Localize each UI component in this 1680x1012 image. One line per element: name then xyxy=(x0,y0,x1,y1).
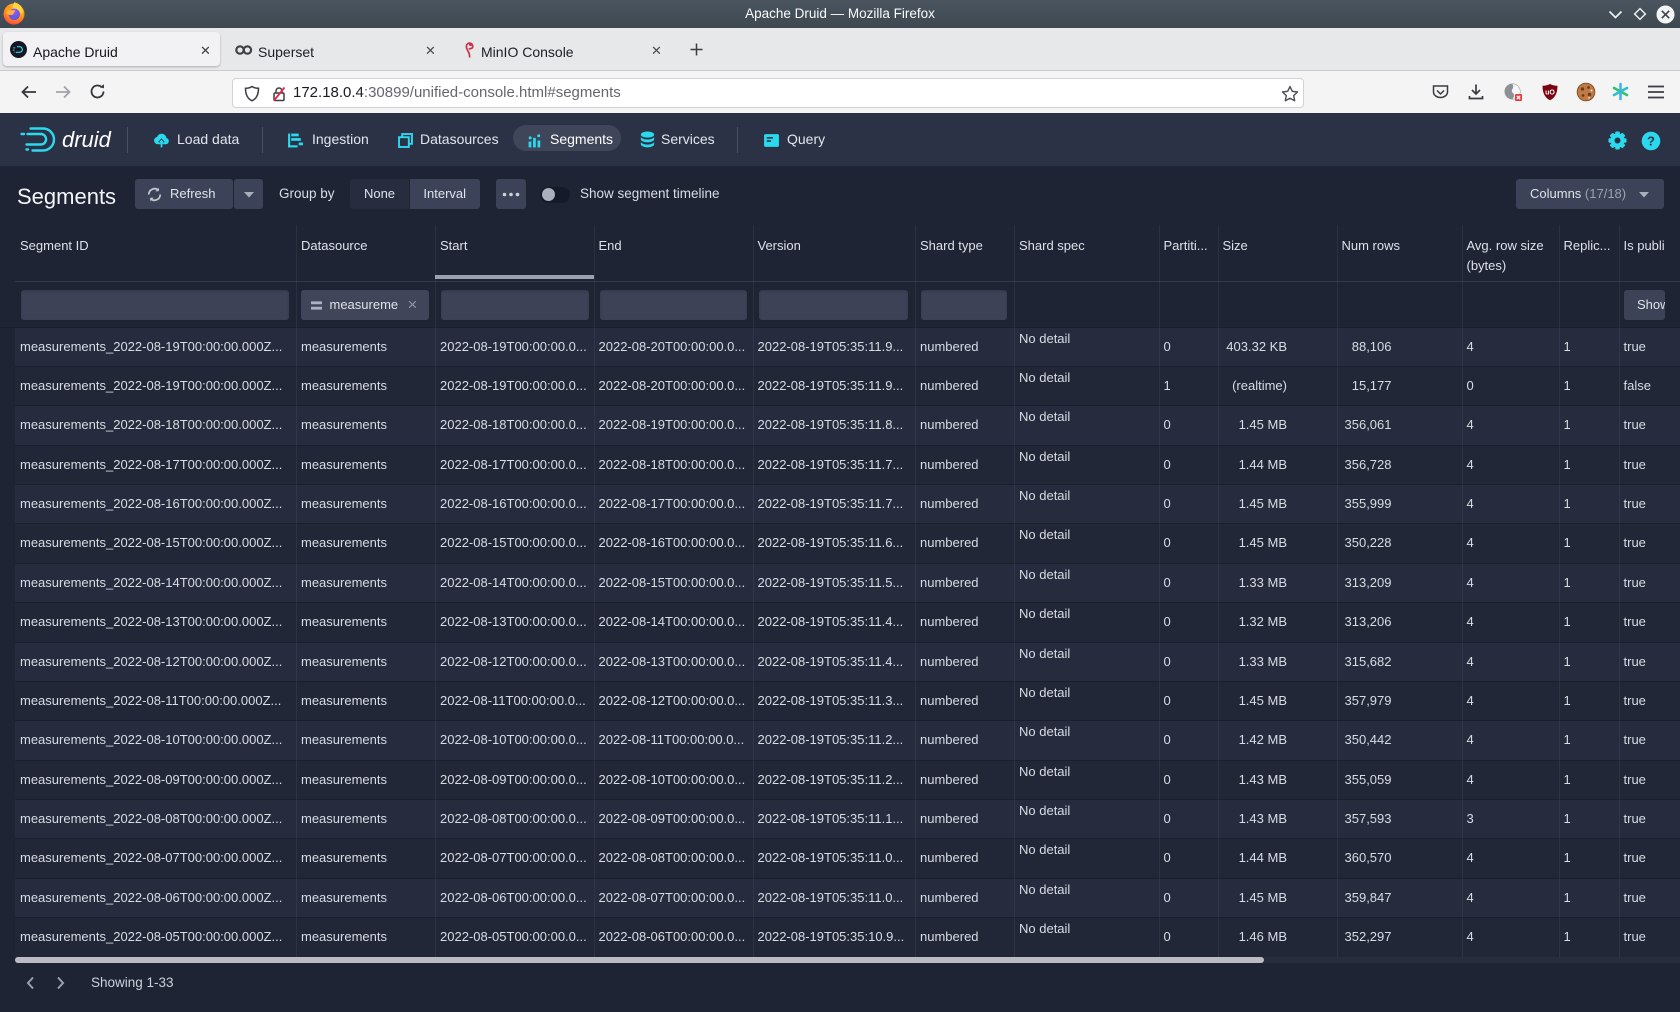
svg-text:?: ? xyxy=(1647,134,1655,149)
svg-text:uO: uO xyxy=(1545,90,1555,97)
